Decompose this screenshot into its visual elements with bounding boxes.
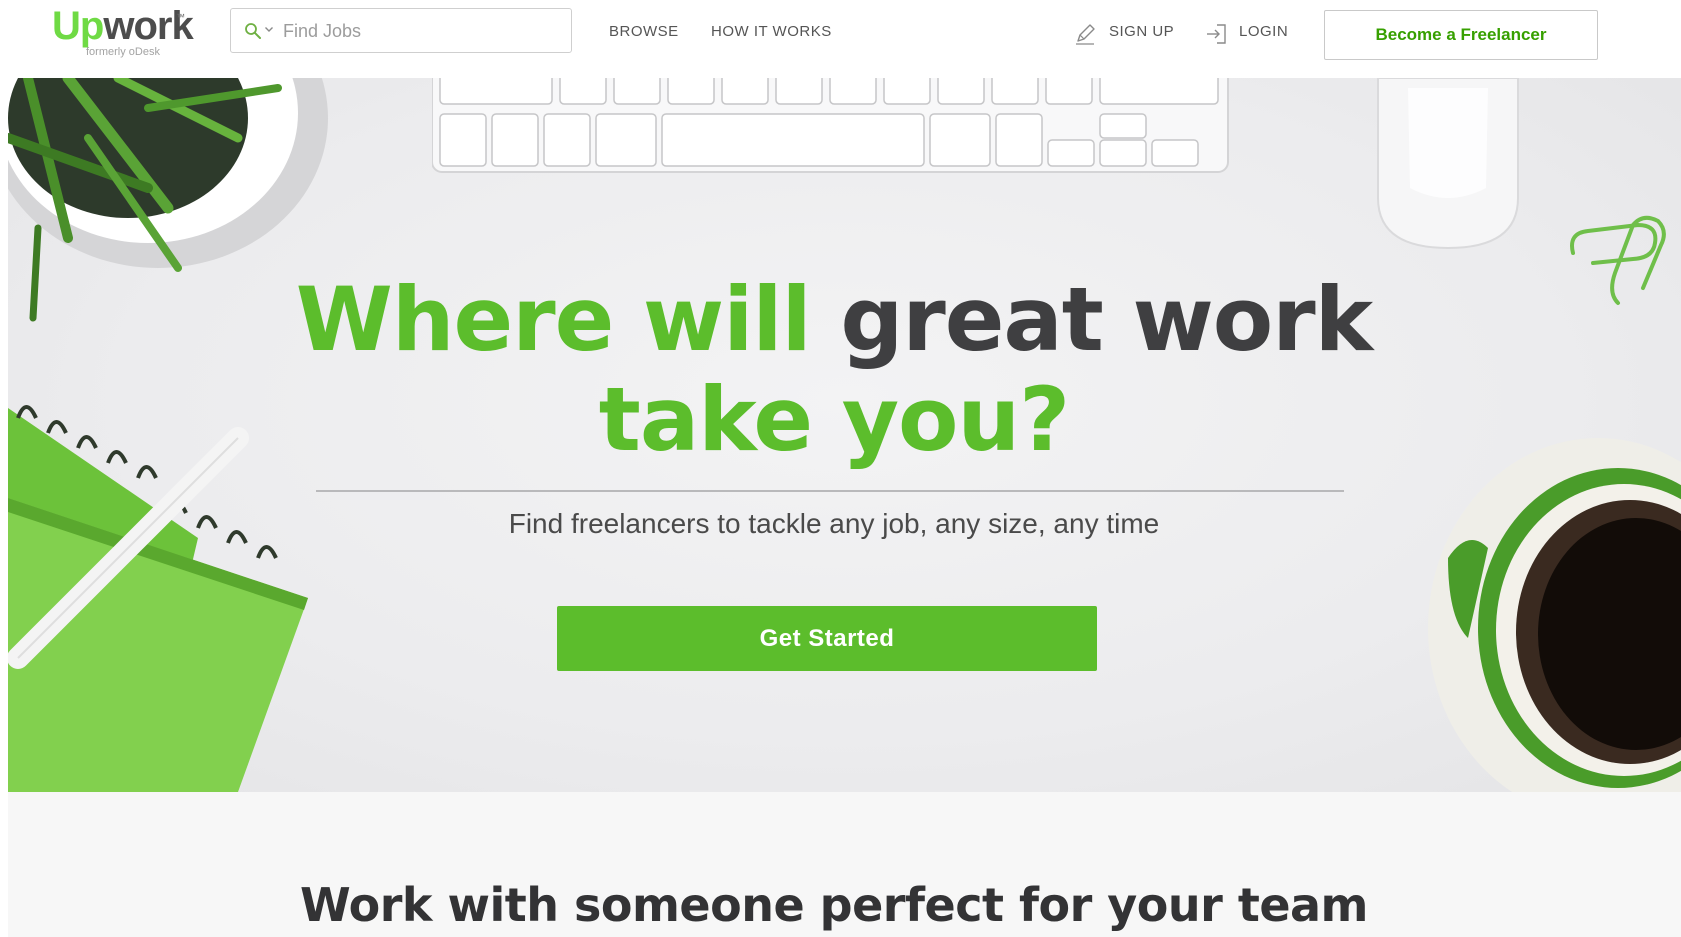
top-header: Upwork ™ formerly oDesk BROWSE HOW IT WO… bbox=[0, 0, 1681, 78]
logo-work: work bbox=[103, 4, 193, 48]
hero-divider bbox=[316, 490, 1344, 492]
job-search-box[interactable] bbox=[230, 8, 572, 53]
search-input[interactable] bbox=[281, 17, 565, 46]
hero-title-part-2: great work bbox=[840, 268, 1373, 371]
hero-title-part-3: take you? bbox=[598, 368, 1070, 471]
coffee-mug-decoration bbox=[1428, 438, 1681, 792]
hero-subtitle: Find freelancers to tackle any job, any … bbox=[508, 508, 1160, 539]
become-freelancer-button[interactable]: Become a Freelancer bbox=[1324, 10, 1598, 60]
search-icon[interactable] bbox=[244, 22, 262, 40]
nav-browse[interactable]: BROWSE bbox=[609, 23, 679, 40]
logo-subtext: formerly oDesk bbox=[86, 46, 160, 58]
keyboard-decoration bbox=[432, 78, 1229, 173]
pencil-icon bbox=[1076, 24, 1095, 45]
hero-title: Where will great work take you? bbox=[8, 270, 1660, 470]
get-started-button[interactable]: Get Started bbox=[557, 606, 1097, 671]
nav-sign-up[interactable]: SIGN UP bbox=[1109, 23, 1174, 40]
chevron-down-icon[interactable] bbox=[264, 24, 274, 34]
nav-how-it-works[interactable]: HOW IT WORKS bbox=[711, 23, 832, 40]
upwork-logo[interactable]: Upwork ™ formerly oDesk bbox=[52, 4, 194, 60]
mouse-decoration bbox=[1377, 78, 1519, 250]
logo-wordmark: Upwork bbox=[52, 4, 194, 48]
section-title: Work with someone perfect for your team bbox=[300, 878, 1369, 932]
login-icon bbox=[1207, 24, 1226, 44]
logo-trademark: ™ bbox=[176, 12, 185, 22]
hero-section: Where will great work take you? Find fre… bbox=[8, 78, 1681, 792]
logo-up: Up bbox=[52, 4, 104, 48]
hero-title-part-1: Where will bbox=[295, 268, 812, 371]
nav-login[interactable]: LOGIN bbox=[1239, 23, 1288, 40]
team-section: Work with someone perfect for your team bbox=[8, 792, 1681, 937]
